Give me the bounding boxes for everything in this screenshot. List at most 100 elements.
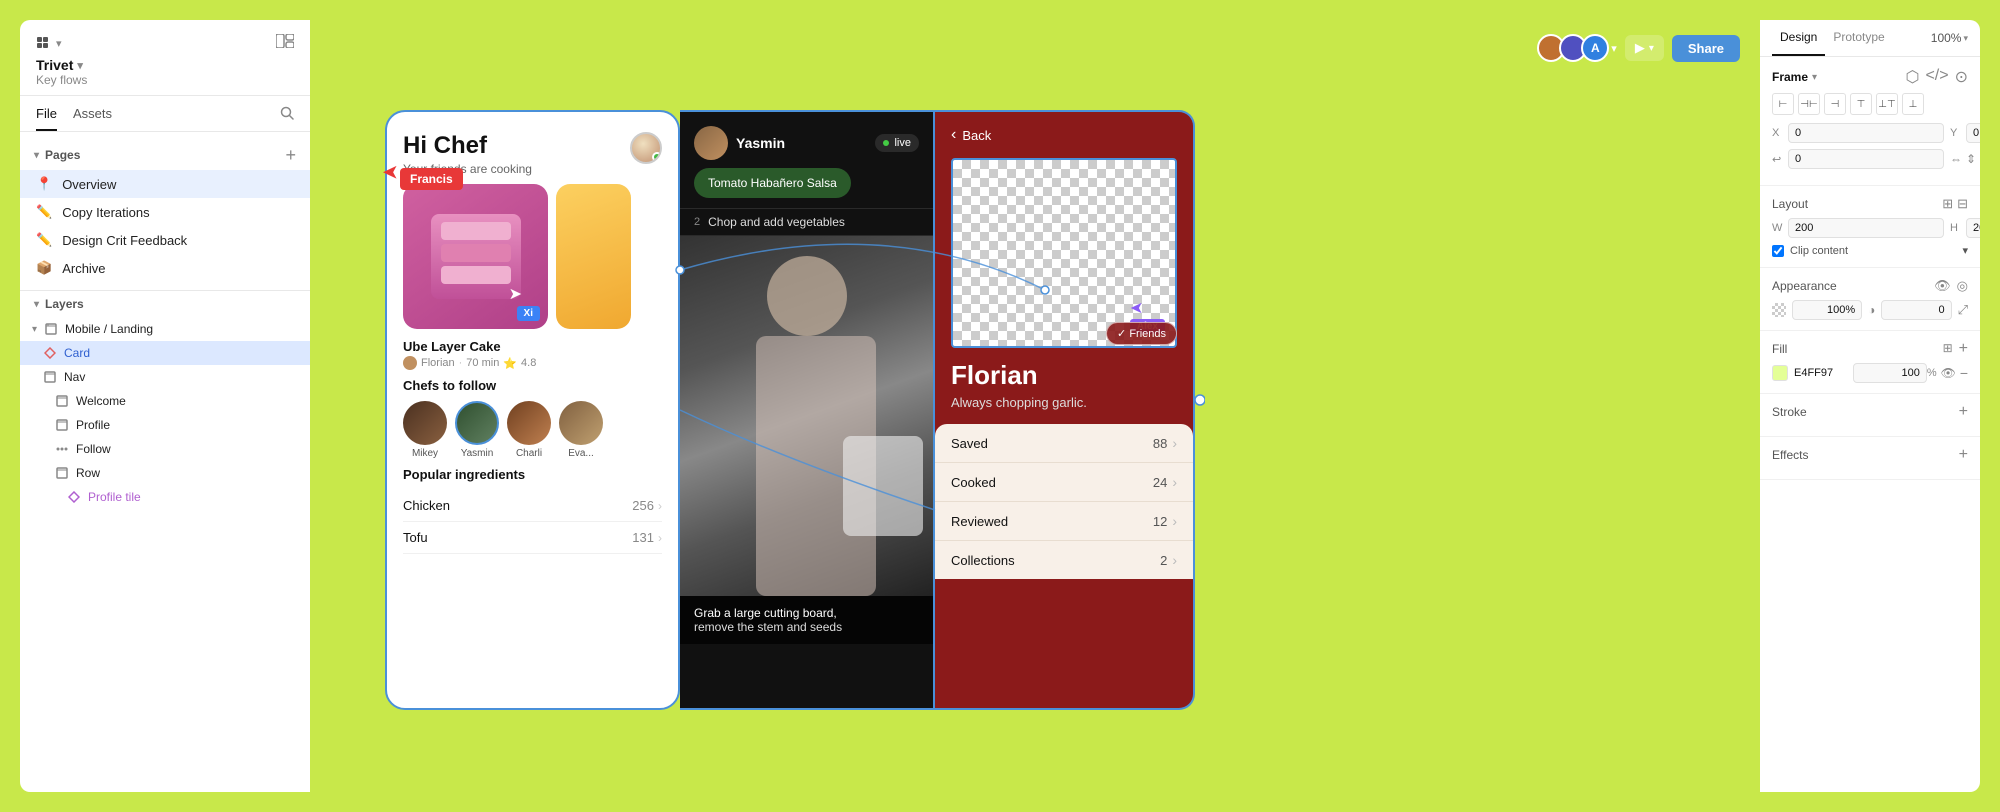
share-button[interactable]: Share [1672,35,1740,62]
layer-welcome[interactable]: Welcome [20,389,310,413]
clip-content-checkbox[interactable] [1772,245,1784,257]
layer-follow[interactable]: Follow [20,437,310,461]
align-middle-v-btn[interactable]: ⊥⊤ [1876,93,1898,115]
page-item-copy-iterations[interactable]: ✏️ Copy Iterations [20,198,310,226]
layout-toggle-icon[interactable] [276,34,294,53]
code-icon[interactable]: </> [1925,67,1948,87]
h-label: H [1950,222,1962,234]
video-header: Yasmin live [680,112,933,168]
panel-header: ▾ Trivet ▾ Key flows [20,20,310,96]
layer-profile-tile[interactable]: Profile tile [20,485,310,509]
page-item-archive[interactable]: 📦 Archive [20,254,310,282]
fill-action-icons: 👁 − [1941,366,1968,380]
align-left-btn[interactable]: ⊢ [1772,93,1794,115]
h-input[interactable] [1966,218,1980,238]
alignment-row: ⊢ ⊣⊢ ⊣ ⊤ ⊥⊤ ⊥ [1772,93,1968,115]
add-page-button[interactable]: + [285,146,296,164]
layers-section-header[interactable]: ▾ Layers [20,291,310,317]
y-input[interactable] [1966,123,1980,143]
zoom-control[interactable]: 100% ▾ [1931,20,1968,56]
blend-icon[interactable]: ◎ [1957,278,1968,294]
friends-badge[interactable]: ✓ Friends [1106,322,1177,345]
flip-h-icon[interactable]: ⇔ [1950,152,1962,166]
tab-file[interactable]: File [36,106,57,131]
expand-icon[interactable]: ⤢ [1958,302,1968,318]
chevron-down-icon: ▾ [34,150,39,161]
grid-icon[interactable]: ▾ [36,36,62,52]
tab-assets[interactable]: Assets [73,106,112,131]
add-effect-icon[interactable]: + [1959,447,1968,463]
xy-row: X Y [1772,123,1968,143]
step-item: 2 Chop and add vegetables [680,208,933,236]
chevron-down-icon-layers: ▾ [34,299,39,310]
play-button[interactable]: ▶ ▾ [1625,35,1664,61]
x-label: X [1772,127,1784,139]
align-top-btn[interactable]: ⊤ [1850,93,1872,115]
frame-dropdown[interactable]: Frame ▾ [1772,70,1817,84]
layer-nav[interactable]: Nav [20,365,310,389]
pages-section-header[interactable]: ▾ Pages + [20,140,310,170]
fill-color-swatch[interactable] [1772,365,1788,381]
cursor-arrow-white: ➤ [509,284,522,304]
frame-mobile: Hi Chef Your friends are cooking [385,110,680,710]
prototype-link-icon[interactable]: ⊙ [1955,67,1968,87]
opacity-input[interactable] [1792,300,1862,320]
project-name[interactable]: Trivet ▾ [36,57,294,73]
stat-saved: Saved 88 › [935,424,1193,463]
tab-design[interactable]: Design [1772,20,1825,56]
flip-icons: ⇔ ⇕ … [1950,149,1980,169]
w-input[interactable] [1788,218,1944,238]
component-icon[interactable]: ⬡ [1905,67,1919,87]
eye-fill-icon[interactable]: 👁 [1941,366,1956,380]
align-center-h-btn[interactable]: ⊣⊢ [1798,93,1820,115]
recipe-names-row: Ube Layer Cake Florian · 70 min ⭐ 4.8 [387,339,678,370]
add-layout-icon[interactable]: ⊞ [1942,196,1953,212]
user-avatar-frame1 [630,132,662,164]
appearance-section: Appearance 👁 ◎ ◑ ⤢ [1760,268,1980,331]
clip-dropdown[interactable]: ▾ [1962,244,1968,257]
add-stroke-icon[interactable]: + [1959,404,1968,420]
opacity-row: ◑ ⤢ [1772,300,1968,320]
chef-yasmin: Yasmin [455,401,499,459]
layout-label: Layout [1772,197,1808,211]
layer-profile[interactable]: Profile [20,413,310,437]
layout-section: Layout ⊞ ⊟ W H ⛓ Clip content [1760,186,1980,268]
page-item-overview[interactable]: 📍 Overview [20,170,310,198]
percent-label: % [1927,367,1937,379]
fill-opacity-input[interactable] [1853,363,1926,383]
profile-image-container: Alex ➤ [951,158,1177,348]
canvas-area: A ▾ ▶ ▾ Share Francis ➤ Hi Chef Your fri… [310,20,1760,792]
eye-icon[interactable]: 👁 [1934,278,1951,294]
w-label: W [1772,222,1784,234]
fill-hex-value[interactable]: E4FF97 [1794,367,1853,379]
appearance-icons: 👁 ◎ [1934,278,1968,294]
right-panel: Design Prototype 100% ▾ Frame ▾ ⬡ </> ⊙ [1760,20,1980,792]
page-item-design-crit[interactable]: ✏️ Design Crit Feedback [20,226,310,254]
y-label: Y [1950,127,1962,139]
back-button[interactable]: ‹ Back [935,112,1193,158]
r-input[interactable] [1788,149,1944,169]
chefs-section: Chefs to follow Mikey Yasmin Charli [387,378,678,459]
x-input[interactable] [1788,123,1944,143]
remove-fill-icon[interactable]: − [1960,366,1968,380]
layer-card[interactable]: Card [20,341,310,365]
tab-prototype[interactable]: Prototype [1825,20,1892,56]
blend-input[interactable] [1881,300,1951,320]
profile-name: Florian [935,360,1193,395]
avatar-group: A ▾ [1543,34,1617,62]
flip-v-icon[interactable]: ⇕ [1966,152,1976,166]
layer-mobile-landing[interactable]: ▾ Mobile / Landing [20,317,310,341]
search-icon[interactable] [280,106,294,131]
align-right-btn[interactable]: ⊣ [1824,93,1846,115]
frame-profile: ‹ Back Alex ➤ ✓ Friends Florian Always c… [935,110,1195,710]
align-bottom-btn[interactable]: ⊥ [1902,93,1924,115]
profile-bio: Always chopping garlic. [935,395,1193,424]
x-field: X [1772,123,1944,143]
fill-section: Fill ⊞ + E4FF97 % 👁 − [1760,331,1980,394]
layer-row[interactable]: Row [20,461,310,485]
add-fill-icon[interactable]: + [1959,341,1968,357]
grid-layout-icon[interactable]: ⊟ [1957,196,1968,212]
fill-grid-icon[interactable]: ⊞ [1943,341,1953,357]
fill-label: Fill [1772,342,1787,356]
right-panel-tabs: Design Prototype 100% ▾ [1760,20,1980,57]
